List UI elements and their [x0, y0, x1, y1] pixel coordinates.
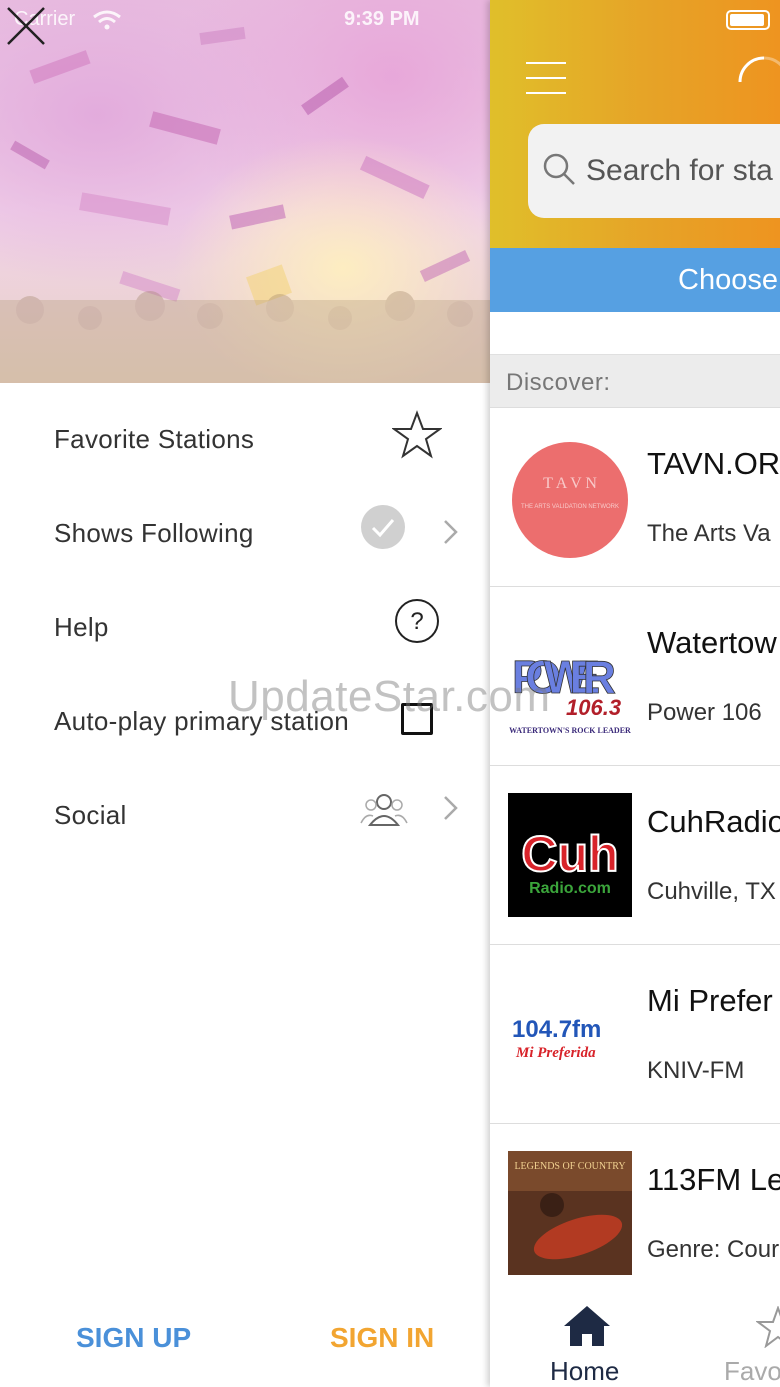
search-icon	[543, 153, 575, 185]
station-subtitle: Cuhville, TX	[647, 878, 776, 905]
station-logo-power: POWER 106.3 WATERTOWN'S ROCK LEADER	[508, 617, 632, 741]
station-logo-mi-preferida: 104.7fm Mi Preferida	[508, 975, 632, 1099]
auto-play-checkbox[interactable]	[401, 703, 433, 735]
logo-text: LEGENDS OF COUNTRY	[514, 1161, 625, 1172]
sign-up-button[interactable]: SIGN UP	[76, 1322, 191, 1354]
sign-in-button[interactable]: SIGN IN	[330, 1322, 434, 1354]
station-logo-tavn: T A V N THE ARTS VALIDATION NETWORK	[512, 442, 628, 558]
logo-text: T A V N	[543, 475, 597, 492]
station-subtitle: Genre: Cour	[647, 1236, 780, 1263]
logo-text: 104.7fm	[512, 1016, 601, 1043]
close-icon[interactable]	[0, 0, 52, 52]
logo-subtext: Mi Preferida	[515, 1045, 596, 1061]
chevron-right-icon	[444, 796, 458, 820]
drawer-header-image: Carrier 9:39 PM	[0, 0, 490, 383]
status-time: 9:39 PM	[344, 8, 420, 30]
check-circle-icon	[361, 505, 405, 549]
menu-item-social[interactable]: Social	[0, 766, 490, 860]
logo-number: 106.3	[566, 695, 621, 720]
question-circle-icon: ?	[395, 599, 439, 643]
search-input[interactable]: Search for sta	[528, 124, 780, 218]
battery-icon	[726, 10, 770, 30]
menu-item-label: Help	[54, 612, 109, 642]
station-name: 113FM Le	[647, 1162, 780, 1197]
choose-label: Choose	[678, 264, 778, 296]
confetti-crowd-image	[0, 26, 490, 383]
menu-item-label: Favorite Stations	[54, 424, 255, 454]
logo-subtext: THE ARTS VALIDATION NETWORK	[521, 504, 619, 510]
menu-item-label: Auto-play primary station	[54, 706, 350, 736]
app-header: Search for sta	[490, 0, 780, 248]
station-name: CuhRadio	[647, 804, 780, 839]
station-subtitle: Power 106	[647, 699, 762, 726]
main-screen: Search for sta Choose Discover: T A V N …	[490, 0, 780, 1387]
menu-item-favorite-stations[interactable]: Favorite Stations	[0, 390, 490, 484]
wifi-icon	[93, 10, 121, 30]
menu-item-shows-following[interactable]: Shows Following	[0, 484, 490, 578]
station-name: Mi Prefer	[647, 983, 773, 1018]
hamburger-menu-button[interactable]	[526, 60, 568, 96]
tab-favorites-label: Favo	[724, 1356, 780, 1386]
station-row[interactable]: LEGENDS OF COUNTRY 113FM Le Genre: Cour	[490, 1124, 780, 1303]
menu-item-auto-play[interactable]: Auto-play primary station	[0, 672, 490, 766]
home-icon	[564, 1306, 610, 1346]
choose-bar[interactable]: Choose	[490, 248, 780, 312]
station-subtitle: The Arts Va	[647, 520, 771, 547]
station-row[interactable]: Cuh Radio.com CuhRadio Cuhville, TX	[490, 766, 780, 945]
station-name: TAVN.OR	[647, 446, 780, 481]
station-row[interactable]: 104.7fm Mi Preferida Mi Prefer KNIV-FM	[490, 945, 780, 1124]
station-name: Watertow	[647, 625, 777, 660]
star-icon	[756, 1306, 780, 1348]
logo-subtext: WATERTOWN'S ROCK LEADER	[509, 726, 631, 735]
menu-item-label: Shows Following	[54, 518, 254, 548]
people-icon	[360, 794, 408, 826]
station-logo-cuhradio: Cuh Radio.com	[508, 793, 632, 917]
star-outline-icon	[392, 410, 442, 459]
menu-item-help[interactable]: Help ?	[0, 578, 490, 672]
svg-text:?: ?	[410, 608, 423, 635]
menu-item-label: Social	[54, 800, 127, 830]
station-logo-113fm: LEGENDS OF COUNTRY	[508, 1151, 632, 1275]
logo-text: Cuh	[521, 826, 618, 882]
search-placeholder: Search for sta	[586, 154, 773, 187]
side-drawer: Carrier 9:39 PM Favorite Stations Shows …	[0, 0, 490, 1387]
tab-bar: Home Favo	[490, 1288, 780, 1387]
station-row[interactable]: T A V N THE ARTS VALIDATION NETWORK TAVN…	[490, 408, 780, 587]
station-subtitle: KNIV-FM	[647, 1057, 745, 1084]
logo-subtext: Radio.com	[529, 880, 611, 897]
discover-section-header: Discover:	[490, 354, 780, 408]
chevron-right-icon	[444, 520, 458, 544]
station-row[interactable]: POWER 106.3 WATERTOWN'S ROCK LEADER Wate…	[490, 587, 780, 766]
tab-home-label: Home	[550, 1356, 620, 1386]
loading-spinner-icon	[738, 56, 780, 83]
discover-label: Discover:	[506, 369, 611, 396]
